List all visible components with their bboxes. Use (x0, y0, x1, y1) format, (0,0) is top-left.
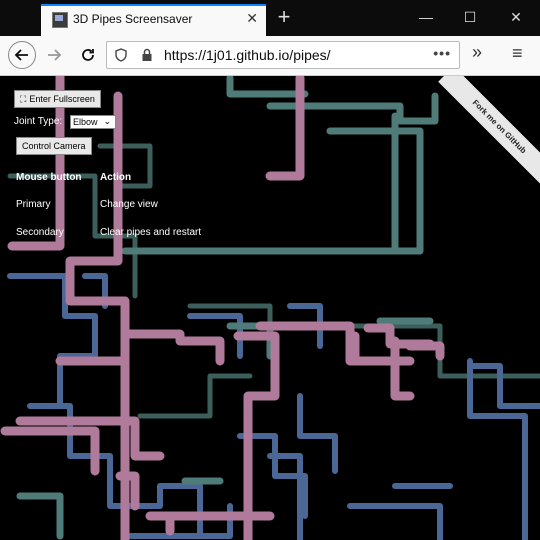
pipe-pink (405, 341, 445, 361)
control-camera-label: Control Camera (22, 141, 86, 151)
lock-icon[interactable] (141, 48, 153, 62)
close-window-button[interactable]: ✕ (494, 0, 538, 36)
table-header: Action (100, 172, 132, 183)
reload-icon (82, 49, 94, 61)
pipe-pink (0, 426, 100, 476)
minimize-button[interactable]: — (404, 0, 448, 36)
fullscreen-icon: ⛶ (20, 94, 27, 104)
nav-bar: https://1j01.github.io/pipes/ ••• » ≡ (0, 36, 540, 76)
table-cell: Clear pipes and restart (100, 227, 202, 238)
forward-button[interactable] (40, 41, 68, 69)
pipes-canvas[interactable]: ⛶ Enter Fullscreen Joint Type: Elbow ⌄ Co… (0, 76, 540, 540)
table-cell: Primary (16, 199, 51, 210)
url-text[interactable]: https://1j01.github.io/pipes/ (164, 47, 331, 63)
overflow-menu-button[interactable]: » (472, 42, 482, 63)
url-bar[interactable]: https://1j01.github.io/pipes/ ••• (106, 41, 460, 69)
pipe-teal (137, 373, 253, 419)
pipe-blue (187, 313, 243, 359)
page-actions-menu[interactable]: ••• (433, 45, 451, 61)
fullscreen-label: Enter Fullscreen (29, 94, 95, 104)
tab-close-icon[interactable]: ✕ (246, 10, 258, 26)
tab-bar: 3D Pipes Screensaver ✕ + — ☐ ✕ (0, 0, 540, 36)
joint-type-select[interactable]: Elbow ⌄ (70, 115, 116, 129)
fullscreen-button[interactable]: ⛶ Enter Fullscreen (14, 90, 101, 108)
pipe-blue (297, 393, 338, 474)
pipe-pink (15, 416, 165, 461)
shield-icon[interactable] (115, 48, 127, 62)
table-cell: Change view (100, 199, 158, 210)
pipe-teal (226, 76, 309, 98)
joint-type-label: Joint Type: (14, 116, 63, 127)
hamburger-menu-icon[interactable]: ≡ (512, 43, 523, 64)
table-header: Mouse button (16, 172, 82, 183)
chevron-down-icon: ⌄ (103, 116, 111, 126)
joint-type-value: Elbow (73, 117, 98, 127)
maximize-button[interactable]: ☐ (448, 0, 492, 36)
favicon-icon (52, 12, 68, 28)
pipe-blue (127, 503, 233, 539)
pipe-blue (347, 503, 443, 540)
back-arrow-icon (14, 49, 28, 61)
reload-button[interactable] (74, 41, 102, 69)
forward-arrow-icon (48, 49, 62, 61)
pipe-pink (120, 329, 225, 366)
tab-title: 3D Pipes Screensaver (73, 12, 193, 26)
pipe-teal (266, 92, 439, 125)
pipe-blue (7, 273, 98, 409)
pipe-teal (16, 492, 64, 540)
table-cell: Secondary (16, 227, 64, 238)
control-camera-button[interactable]: Control Camera (16, 137, 92, 155)
tab-active[interactable]: 3D Pipes Screensaver ✕ (41, 4, 266, 36)
pipe-blue (467, 363, 540, 409)
new-tab-button[interactable]: + (272, 3, 296, 31)
back-button[interactable] (8, 41, 36, 69)
